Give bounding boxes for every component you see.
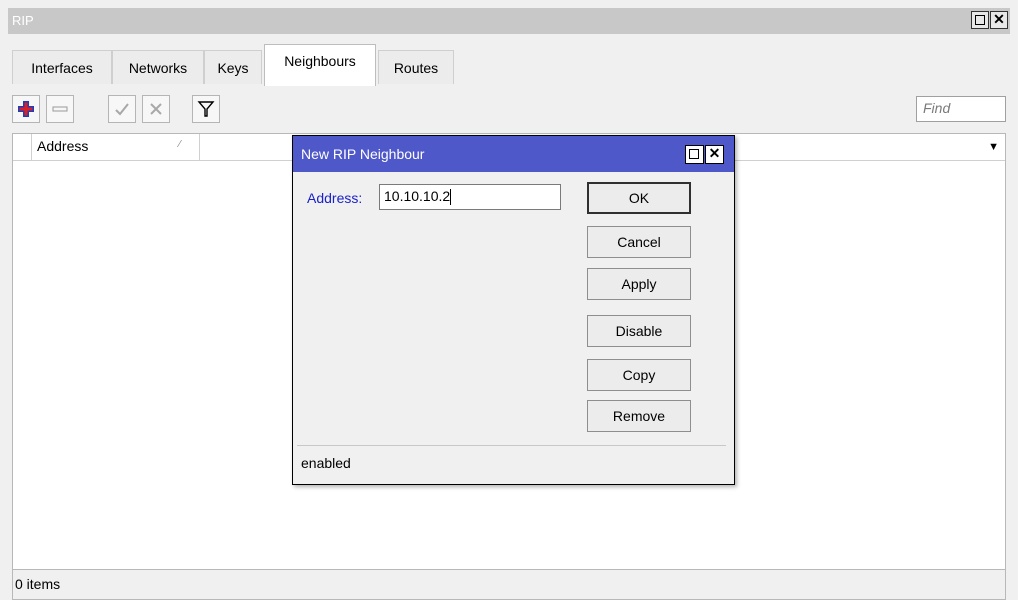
disable-button[interactable]: Disable (587, 315, 691, 347)
item-count: 0 items (15, 576, 61, 592)
maximize-icon[interactable] (971, 11, 989, 29)
remove-button[interactable] (46, 95, 74, 123)
address-label: Address: (307, 190, 363, 206)
window-titlebar[interactable]: RIP ✕ (8, 8, 1010, 34)
status-bar: 0 items (12, 570, 1006, 600)
disable-icon (150, 103, 162, 115)
window-controls: ✕ (971, 11, 1008, 29)
enable-icon (115, 103, 129, 116)
tab-interfaces[interactable]: Interfaces (12, 50, 112, 84)
dialog-status-bar: enabled (297, 445, 726, 480)
enable-button[interactable] (108, 95, 136, 123)
filter-icon (197, 101, 215, 117)
dialog-controls: ✕ (685, 145, 724, 164)
rip-window: RIP ✕ Interfaces Networks Keys Neighbour… (0, 0, 1018, 600)
remove-button[interactable]: Remove (587, 400, 691, 432)
add-icon (18, 101, 34, 117)
remove-icon (52, 106, 68, 112)
disable-button[interactable] (142, 95, 170, 123)
new-rip-neighbour-dialog: New RIP Neighbour ✕ Address: 10.10.10.2 … (292, 135, 735, 485)
apply-button[interactable]: Apply (587, 268, 691, 300)
column-separator[interactable] (199, 134, 200, 160)
add-button[interactable] (12, 95, 40, 123)
column-menu-icon[interactable]: ▼ (988, 141, 999, 153)
ok-button[interactable]: OK (587, 182, 691, 214)
dialog-titlebar[interactable]: New RIP Neighbour ✕ (293, 136, 734, 172)
copy-button[interactable]: Copy (587, 359, 691, 391)
cancel-button[interactable]: Cancel (587, 226, 691, 258)
dialog-status-text: enabled (301, 455, 351, 471)
address-value: 10.10.10.2 (384, 188, 451, 204)
sort-indicator-icon: ⁄ (179, 139, 181, 150)
tab-neighbours[interactable]: Neighbours (264, 44, 376, 86)
tab-keys[interactable]: Keys (204, 50, 262, 84)
window-title: RIP (12, 13, 34, 28)
close-icon[interactable]: ✕ (990, 11, 1008, 29)
address-field[interactable]: 10.10.10.2 (379, 184, 561, 210)
text-caret (450, 189, 452, 206)
dialog-close-icon[interactable]: ✕ (705, 145, 724, 164)
find-input[interactable]: Find (916, 96, 1006, 122)
filter-button[interactable] (192, 95, 220, 123)
dialog-title: New RIP Neighbour (301, 146, 425, 162)
column-header-address[interactable]: Address (37, 138, 88, 154)
tab-networks[interactable]: Networks (112, 50, 204, 84)
toolbar: Find (12, 95, 1006, 125)
tab-routes[interactable]: Routes (378, 50, 454, 84)
dialog-maximize-icon[interactable] (685, 145, 704, 164)
header-select-column[interactable] (13, 134, 32, 160)
